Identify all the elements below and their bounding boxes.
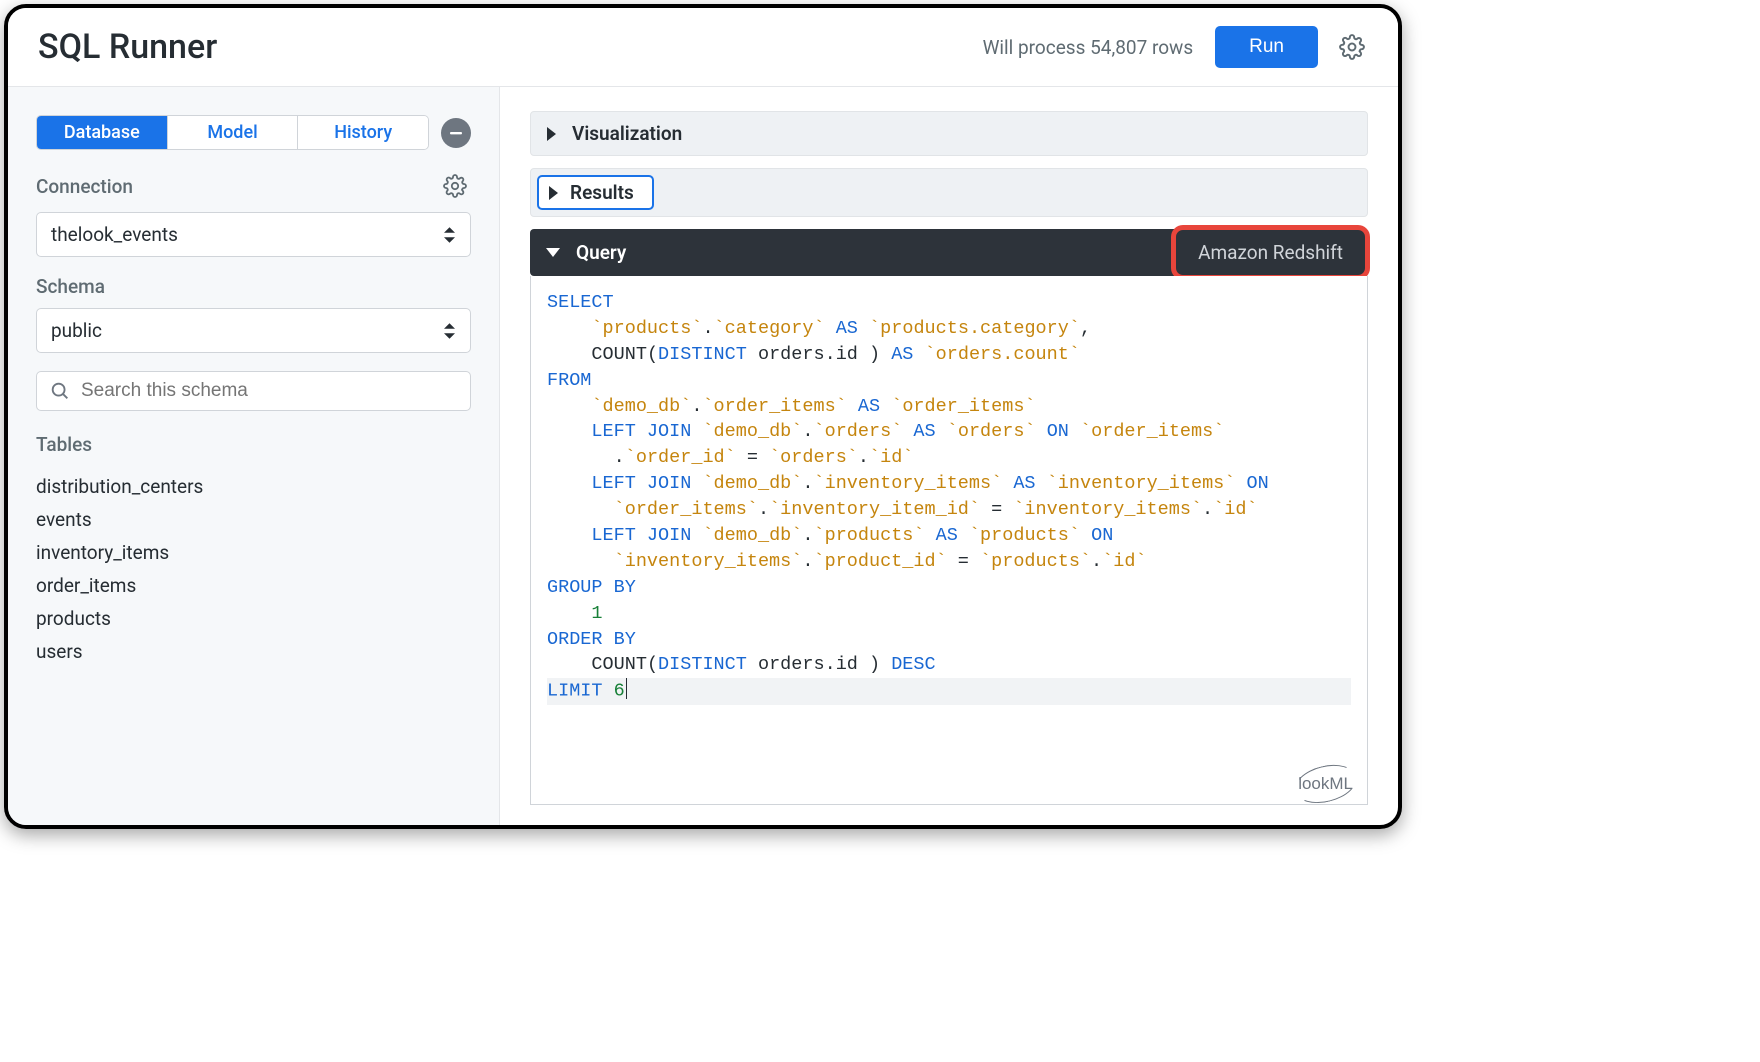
sidebar-tabs-row: Database Model History <box>36 115 471 150</box>
run-button[interactable]: Run <box>1215 26 1318 68</box>
visualization-toggle[interactable]: Visualization <box>531 112 1367 155</box>
query-panel: Query Amazon Redshift SELECT `products`.… <box>530 229 1368 805</box>
schema-section-row: Schema <box>36 275 471 298</box>
table-item[interactable]: products <box>36 602 471 635</box>
schema-select[interactable]: public <box>36 308 471 353</box>
schema-search-box[interactable] <box>36 371 471 411</box>
search-icon <box>49 380 71 402</box>
main-column: Visualization Results Query Amazon Redsh… <box>500 87 1398 825</box>
results-panel: Results <box>530 168 1368 217</box>
schema-label: Schema <box>36 275 105 298</box>
dialect-badge: Amazon Redshift <box>1171 225 1370 280</box>
sidebar: Database Model History Connection theloo… <box>8 87 500 825</box>
chevron-down-icon <box>546 248 560 257</box>
collapse-sidebar-button[interactable] <box>441 118 471 148</box>
sidebar-tabs: Database Model History <box>36 115 429 150</box>
header-settings-button[interactable] <box>1336 31 1368 63</box>
tables-list: distribution_centers events inventory_it… <box>36 470 471 668</box>
table-item[interactable]: order_items <box>36 569 471 602</box>
results-toggle[interactable]: Results <box>537 175 654 210</box>
tab-database[interactable]: Database <box>37 116 167 149</box>
results-label: Results <box>570 181 634 204</box>
chevron-right-icon <box>547 127 556 141</box>
tab-model[interactable]: Model <box>167 116 298 149</box>
schema-search-input[interactable] <box>81 380 458 402</box>
page-title: SQL Runner <box>38 27 217 67</box>
connection-settings-button[interactable] <box>439 170 471 202</box>
table-item[interactable]: users <box>36 635 471 668</box>
lookml-logo: lookML <box>1298 772 1353 796</box>
table-item[interactable]: events <box>36 503 471 536</box>
body: Database Model History Connection theloo… <box>8 87 1398 825</box>
connection-select[interactable]: thelook_events <box>36 212 471 257</box>
tab-history[interactable]: History <box>297 116 428 149</box>
sql-editor[interactable]: SELECT `products`.`category` AS `product… <box>530 276 1368 805</box>
query-label: Query <box>576 241 626 264</box>
query-toggle[interactable]: Query Amazon Redshift <box>530 229 1368 276</box>
table-item[interactable]: inventory_items <box>36 536 471 569</box>
visualization-panel: Visualization <box>530 111 1368 156</box>
sql-runner-window: SQL Runner Will process 54,807 rows Run … <box>4 4 1402 829</box>
table-item[interactable]: distribution_centers <box>36 470 471 503</box>
connection-section-row: Connection <box>36 170 471 202</box>
visualization-label: Visualization <box>572 122 682 145</box>
header-bar: SQL Runner Will process 54,807 rows Run <box>8 8 1398 87</box>
gear-icon <box>443 174 467 198</box>
tables-heading: Tables <box>36 433 471 456</box>
connection-label: Connection <box>36 175 133 198</box>
row-count-text: Will process 54,807 rows <box>983 36 1194 59</box>
gear-icon <box>1339 34 1365 60</box>
dialect-label: Amazon Redshift <box>1198 241 1343 264</box>
text-cursor <box>626 678 627 698</box>
chevron-right-icon <box>549 186 558 200</box>
minus-icon <box>448 125 464 141</box>
